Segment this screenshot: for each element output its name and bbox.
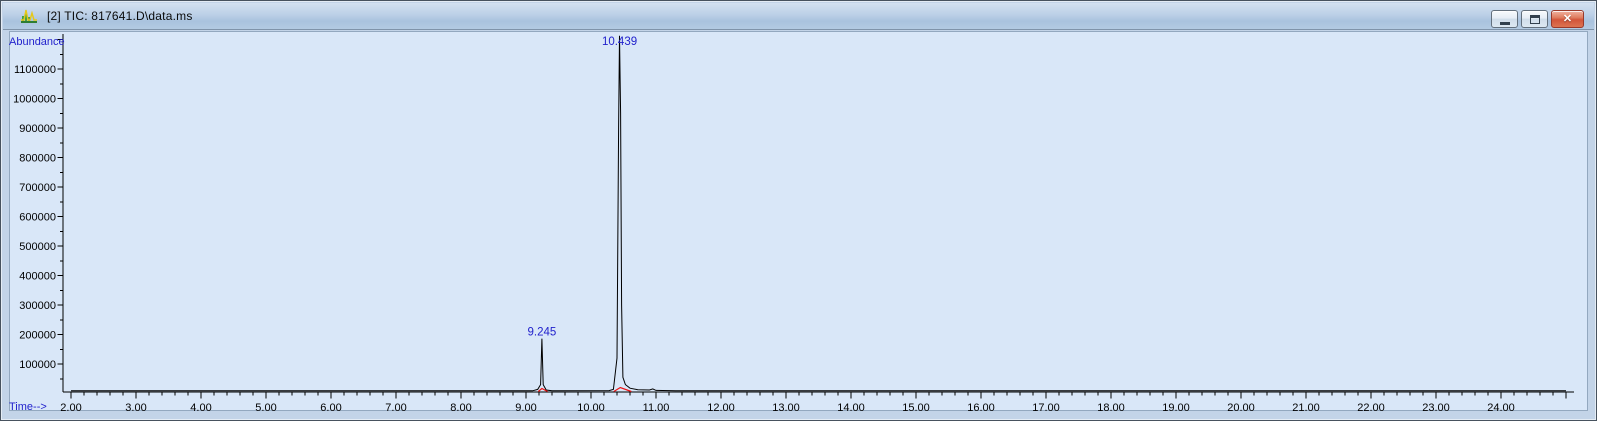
y-axis-ticks bbox=[57, 39, 63, 380]
tic-trace bbox=[71, 35, 1567, 392]
svg-text:13.00: 13.00 bbox=[772, 402, 800, 414]
svg-text:800000: 800000 bbox=[19, 153, 56, 165]
svg-text:10.00: 10.00 bbox=[577, 402, 605, 414]
svg-text:3.00: 3.00 bbox=[125, 402, 146, 414]
y-axis-tick-labels: 100000 200000 300000 400000 500000 600000 7000… bbox=[13, 64, 56, 371]
svg-text:15.00: 15.00 bbox=[902, 402, 930, 414]
svg-text:900000: 900000 bbox=[19, 123, 56, 135]
x-axis-ticks bbox=[70, 392, 1567, 399]
chemstation-chromatogram-window: [2] TIC: 817641.D\data.ms ✕ 2.00 3.00 4.00… bbox=[0, 0, 1597, 421]
y-axis-title: Abundance bbox=[9, 36, 65, 48]
svg-text:7.00: 7.00 bbox=[385, 402, 406, 414]
svg-text:5.00: 5.00 bbox=[255, 402, 276, 414]
tic-chromatogram-chart[interactable]: 2.00 3.00 4.00 5.00 6.00 7.00 8.00 9.00 10.00 11.… bbox=[1, 1, 1597, 421]
axes bbox=[62, 34, 1574, 393]
svg-text:17.00: 17.00 bbox=[1032, 402, 1060, 414]
svg-text:300000: 300000 bbox=[19, 300, 56, 312]
svg-text:6.00: 6.00 bbox=[320, 402, 341, 414]
svg-text:18.00: 18.00 bbox=[1097, 402, 1125, 414]
svg-text:500000: 500000 bbox=[19, 241, 56, 253]
svg-text:700000: 700000 bbox=[19, 182, 56, 194]
svg-text:100000: 100000 bbox=[19, 359, 56, 371]
svg-text:22.00: 22.00 bbox=[1357, 402, 1385, 414]
svg-text:9.00: 9.00 bbox=[515, 402, 536, 414]
svg-text:9.245: 9.245 bbox=[528, 327, 557, 339]
svg-text:4.00: 4.00 bbox=[190, 402, 211, 414]
svg-text:11.00: 11.00 bbox=[643, 402, 670, 414]
x-axis-tick-labels: 2.00 3.00 4.00 5.00 6.00 7.00 8.00 9.00 10.00 11.… bbox=[60, 402, 1514, 414]
svg-text:600000: 600000 bbox=[19, 212, 56, 224]
svg-text:12.00: 12.00 bbox=[707, 402, 735, 414]
svg-text:200000: 200000 bbox=[19, 330, 56, 342]
svg-text:2.00: 2.00 bbox=[60, 402, 81, 414]
svg-text:400000: 400000 bbox=[19, 271, 56, 283]
svg-text:16.00: 16.00 bbox=[967, 402, 995, 414]
svg-text:1000000: 1000000 bbox=[13, 94, 56, 106]
svg-text:19.00: 19.00 bbox=[1162, 402, 1190, 414]
svg-text:20.00: 20.00 bbox=[1227, 402, 1255, 414]
svg-text:24.00: 24.00 bbox=[1487, 402, 1515, 414]
svg-text:14.00: 14.00 bbox=[837, 402, 865, 414]
x-axis-title: Time--> bbox=[9, 401, 47, 413]
svg-text:10.439: 10.439 bbox=[602, 36, 637, 48]
svg-text:21.00: 21.00 bbox=[1292, 402, 1320, 414]
svg-text:23.00: 23.00 bbox=[1422, 402, 1450, 414]
svg-text:1100000: 1100000 bbox=[14, 64, 56, 76]
svg-text:8.00: 8.00 bbox=[450, 402, 471, 414]
